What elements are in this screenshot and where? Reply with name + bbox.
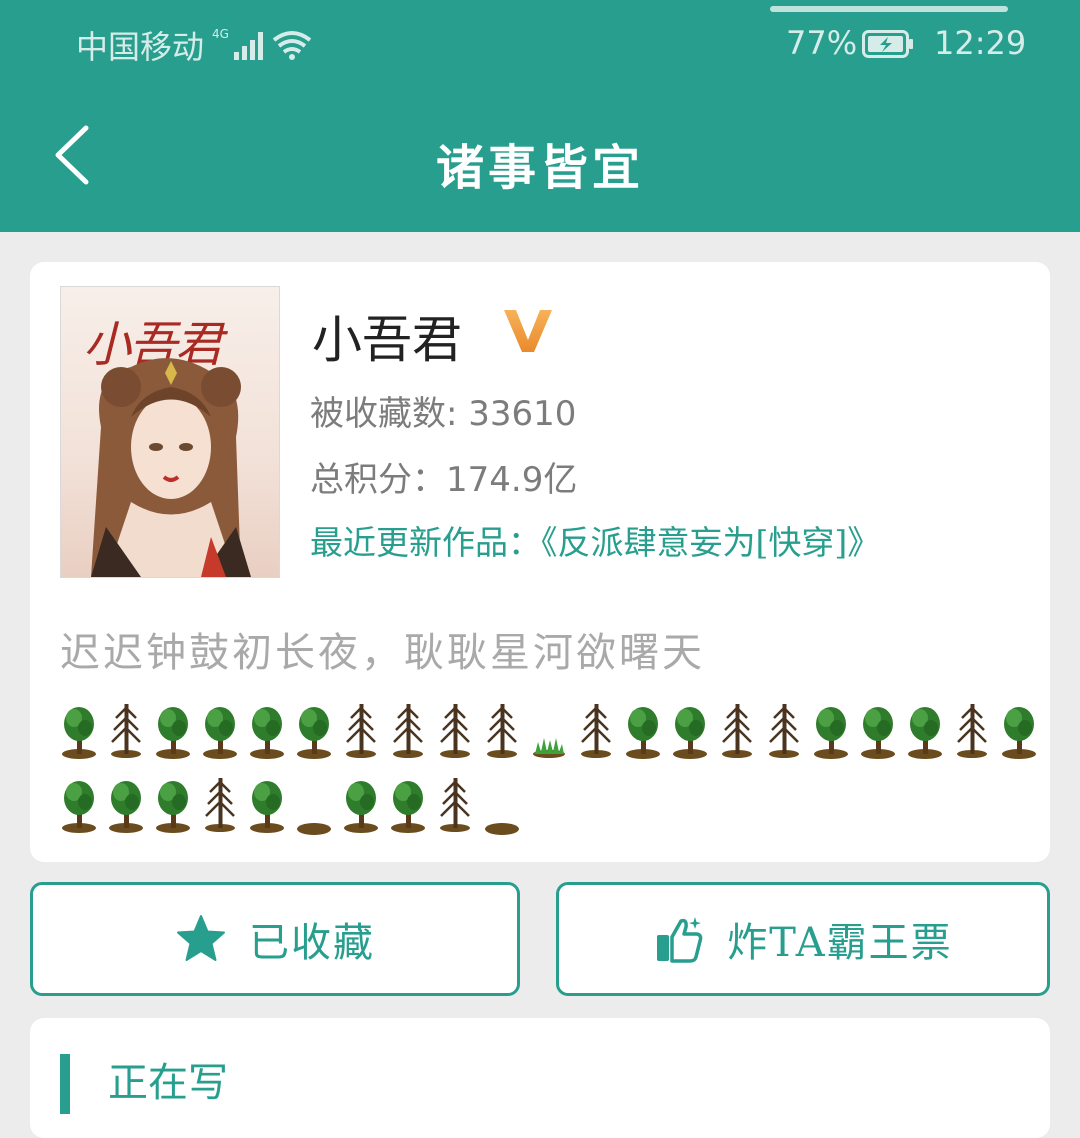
- mound-badge-icon: [297, 823, 331, 835]
- writing-section: 正在写: [30, 1018, 1050, 1138]
- tree-badge-icon: [1002, 707, 1036, 759]
- carrier-name: 中国移动: [76, 28, 205, 66]
- network-type: 4G: [212, 27, 229, 41]
- pine-badge-icon: [440, 778, 470, 832]
- pine-badge-icon: [487, 704, 517, 758]
- pine-badge-icon: [205, 778, 235, 832]
- tree-badge-icon: [814, 707, 848, 759]
- tree-badge-icon: [391, 781, 425, 833]
- vote-label: 炸TA霸王票: [727, 920, 953, 966]
- section-accent-bar: [60, 1054, 70, 1114]
- pine-badge-icon: [346, 704, 376, 758]
- recent-work-link[interactable]: 最近更新作品：《反派肆意妄为[快穿]》: [310, 516, 880, 564]
- tree-badge-icon: [156, 781, 190, 833]
- pine-badge-icon: [722, 704, 752, 758]
- vote-button[interactable]: 炸TA霸王票: [556, 882, 1050, 996]
- author-motto: 迟迟钟鼓初长夜，耿耿星河欲曙天: [60, 630, 705, 676]
- star-icon: [177, 915, 225, 961]
- tree-badge-icon: [203, 707, 237, 759]
- pine-badge-icon: [769, 704, 799, 758]
- pine-badge-icon: [440, 704, 470, 758]
- favorites-count: 被收藏数: 33610: [310, 394, 577, 434]
- tree-badge-icon: [250, 707, 284, 759]
- tree-badge-icon: [297, 707, 331, 759]
- tree-badges: [56, 698, 1046, 846]
- clock: 12:29: [934, 24, 1027, 62]
- pine-badge-icon: [393, 704, 423, 758]
- tree-badge-row: [56, 698, 1046, 772]
- pine-badge-icon: [957, 704, 987, 758]
- thumbs-up-icon: [657, 917, 703, 963]
- tree-badge-icon: [250, 781, 284, 833]
- author-cover-image[interactable]: 小吾君: [60, 286, 280, 578]
- app-bar: 诸事皆宜: [0, 90, 1080, 232]
- pine-badge-icon: [581, 704, 611, 758]
- status-bar: 中国移动 4G 77% 12:29: [0, 0, 1080, 90]
- vip-v-icon: [504, 310, 552, 352]
- favorite-button[interactable]: 已收藏: [30, 882, 520, 996]
- signal-wifi-icon: 4G: [212, 27, 312, 60]
- total-points: 总积分：174.9亿: [310, 460, 578, 500]
- mound-badge-icon: [485, 823, 519, 835]
- page-title: 诸事皆宜: [435, 140, 644, 196]
- author-card: 小吾君 小吾君 被收藏数: 33610 总积分：174.9亿 最近更新作品：《反…: [30, 262, 1050, 862]
- tree-badge-icon: [861, 707, 895, 759]
- tree-badge-icon: [62, 707, 96, 759]
- section-title: 正在写: [108, 1060, 228, 1106]
- tree-badge-icon: [344, 781, 378, 833]
- tree-badge-icon: [109, 781, 143, 833]
- tree-badge-icon: [908, 707, 942, 759]
- battery-percent: 77%: [786, 24, 858, 62]
- tree-badge-icon: [626, 707, 660, 759]
- tree-badge-icon: [673, 707, 707, 759]
- grass-badge-icon: [533, 738, 565, 758]
- author-name: 小吾君: [312, 311, 462, 369]
- tree-badge-icon: [62, 781, 96, 833]
- battery-charging-icon: [862, 30, 913, 58]
- home-indicator: [770, 6, 1008, 12]
- tree-badge-row: [56, 772, 1046, 846]
- favorite-label: 已收藏: [249, 920, 375, 966]
- portrait-illustration: [91, 358, 251, 577]
- tree-badge-icon: [156, 707, 190, 759]
- pine-badge-icon: [111, 704, 141, 758]
